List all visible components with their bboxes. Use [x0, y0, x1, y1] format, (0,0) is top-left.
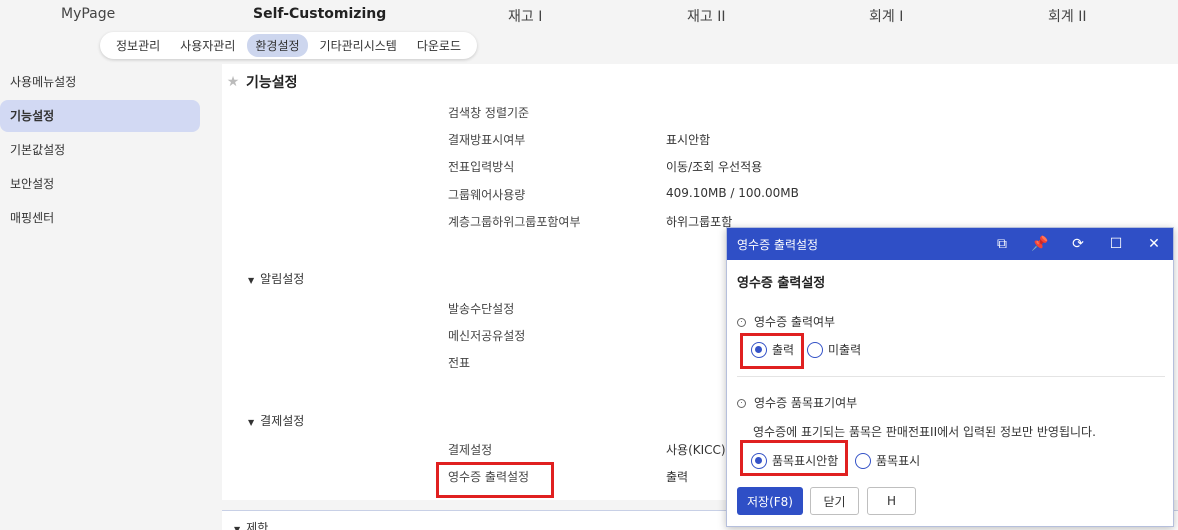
radio-show-items[interactable]: 품목표시	[855, 452, 920, 469]
tab-user-management[interactable]: 사용자관리	[172, 34, 243, 57]
highlight-box	[436, 462, 554, 498]
group-receipt-item-display: · 영수증 품목표기여부	[737, 394, 857, 411]
open-new-window-icon[interactable]: ⧉	[993, 235, 1011, 253]
divider	[737, 376, 1165, 377]
nav-inventory-2[interactable]: 재고 II	[687, 6, 725, 26]
setting-value-slip-input: 이동/조회 우선적용	[666, 160, 763, 174]
star-icon[interactable]: ★	[222, 74, 244, 90]
h-button[interactable]: H	[867, 487, 916, 515]
info-circle-icon: ·	[737, 399, 746, 408]
receipt-output-dialog: 영수증 출력설정 ⧉ 📌 ⟳ ☐ ✕ 영수증 출력설정 · 영수증 출력여부 출력…	[726, 227, 1174, 527]
setting-value-subgroup-include: 하위그룹포함	[666, 215, 733, 229]
tab-other-systems[interactable]: 기타관리시스템	[312, 34, 405, 57]
refresh-icon[interactable]: ⟳	[1069, 235, 1087, 253]
dialog-header-title: 영수증 출력설정	[737, 237, 819, 252]
setting-value-groupware-usage: 409.10MB / 100.00MB	[666, 186, 799, 200]
setting-label-messenger-share[interactable]: 메신저공유설정	[448, 327, 525, 344]
radio-unselected-icon	[855, 452, 871, 469]
sidebar-item-default-settings[interactable]: 기본값설정	[0, 134, 200, 166]
caret-down-icon: ▼	[248, 276, 255, 285]
group-receipt-output: · 영수증 출력여부	[737, 313, 835, 330]
setting-value-approval-display: 표시안함	[666, 133, 711, 147]
sidebar-item-mapping-center[interactable]: 매핑센터	[0, 202, 200, 234]
sub-tabs: 정보관리 사용자관리 환경설정 기타관리시스템 다운로드	[100, 32, 477, 59]
setting-label-slip[interactable]: 전표	[448, 354, 470, 371]
setting-label-slip-input[interactable]: 전표입력방식	[448, 158, 514, 175]
caret-down-icon: ▼	[234, 525, 241, 530]
save-button[interactable]: 저장(F8)	[737, 487, 803, 515]
tab-download[interactable]: 다운로드	[409, 34, 469, 57]
section-alarm[interactable]: ▼ 알림설정	[248, 270, 304, 287]
setting-value-receipt-output: 출력	[666, 470, 689, 484]
page-title: 기능설정	[246, 75, 298, 91]
caret-down-icon: ▼	[248, 418, 255, 427]
page-header: ★ 기능설정	[222, 64, 1178, 100]
setting-label-subgroup-include[interactable]: 계층그룹하위그룹포함여부	[448, 213, 580, 230]
dialog-title: 영수증 출력설정	[737, 276, 826, 291]
pin-icon[interactable]: 📌	[1031, 235, 1049, 253]
dialog-header: 영수증 출력설정 ⧉ 📌 ⟳ ☐ ✕	[727, 228, 1173, 260]
nav-accounting-1[interactable]: 회계 I	[869, 6, 903, 26]
radio-no-output[interactable]: 미출력	[807, 341, 861, 358]
highlight-box	[740, 333, 804, 369]
item-display-note: 영수증에 표기되는 품목은 판매전표II에서 입력된 정보만 반영됩니다.	[753, 425, 1096, 439]
maximize-icon[interactable]: ☐	[1107, 235, 1125, 253]
nav-self-customizing[interactable]: Self-Customizing	[253, 6, 386, 22]
nav-accounting-2[interactable]: 회계 II	[1048, 6, 1086, 26]
radio-unselected-icon	[807, 341, 823, 358]
highlight-box	[740, 440, 848, 476]
section-payment[interactable]: ▼ 결제설정	[248, 412, 304, 429]
setting-label-approval-display[interactable]: 결재방표시여부	[448, 131, 525, 148]
setting-label-send-method[interactable]: 발송수단설정	[448, 300, 514, 317]
setting-value-payment: 사용(KICC)	[666, 443, 726, 457]
setting-label-groupware-usage[interactable]: 그룹웨어사용량	[448, 186, 525, 203]
setting-label-payment[interactable]: 결제설정	[448, 441, 492, 458]
section-limit[interactable]: ▼ 제한	[234, 519, 268, 530]
sidebar-item-security-settings[interactable]: 보안설정	[0, 168, 200, 200]
sidebar-item-function-settings[interactable]: 기능설정	[0, 100, 200, 132]
nav-mypage[interactable]: MyPage	[61, 6, 115, 22]
info-circle-icon: ·	[737, 318, 746, 327]
sidebar: 사용메뉴설정 기능설정 기본값설정 보안설정 매핑센터	[0, 64, 210, 530]
sidebar-item-menu-settings[interactable]: 사용메뉴설정	[0, 66, 200, 98]
close-button[interactable]: 닫기	[810, 487, 859, 515]
nav-inventory-1[interactable]: 재고 I	[508, 6, 542, 26]
close-icon[interactable]: ✕	[1145, 235, 1163, 253]
tab-environment-settings[interactable]: 환경설정	[247, 34, 308, 57]
setting-label-search-sort[interactable]: 검색창 정렬기준	[448, 104, 529, 121]
tab-info-management[interactable]: 정보관리	[108, 34, 168, 57]
